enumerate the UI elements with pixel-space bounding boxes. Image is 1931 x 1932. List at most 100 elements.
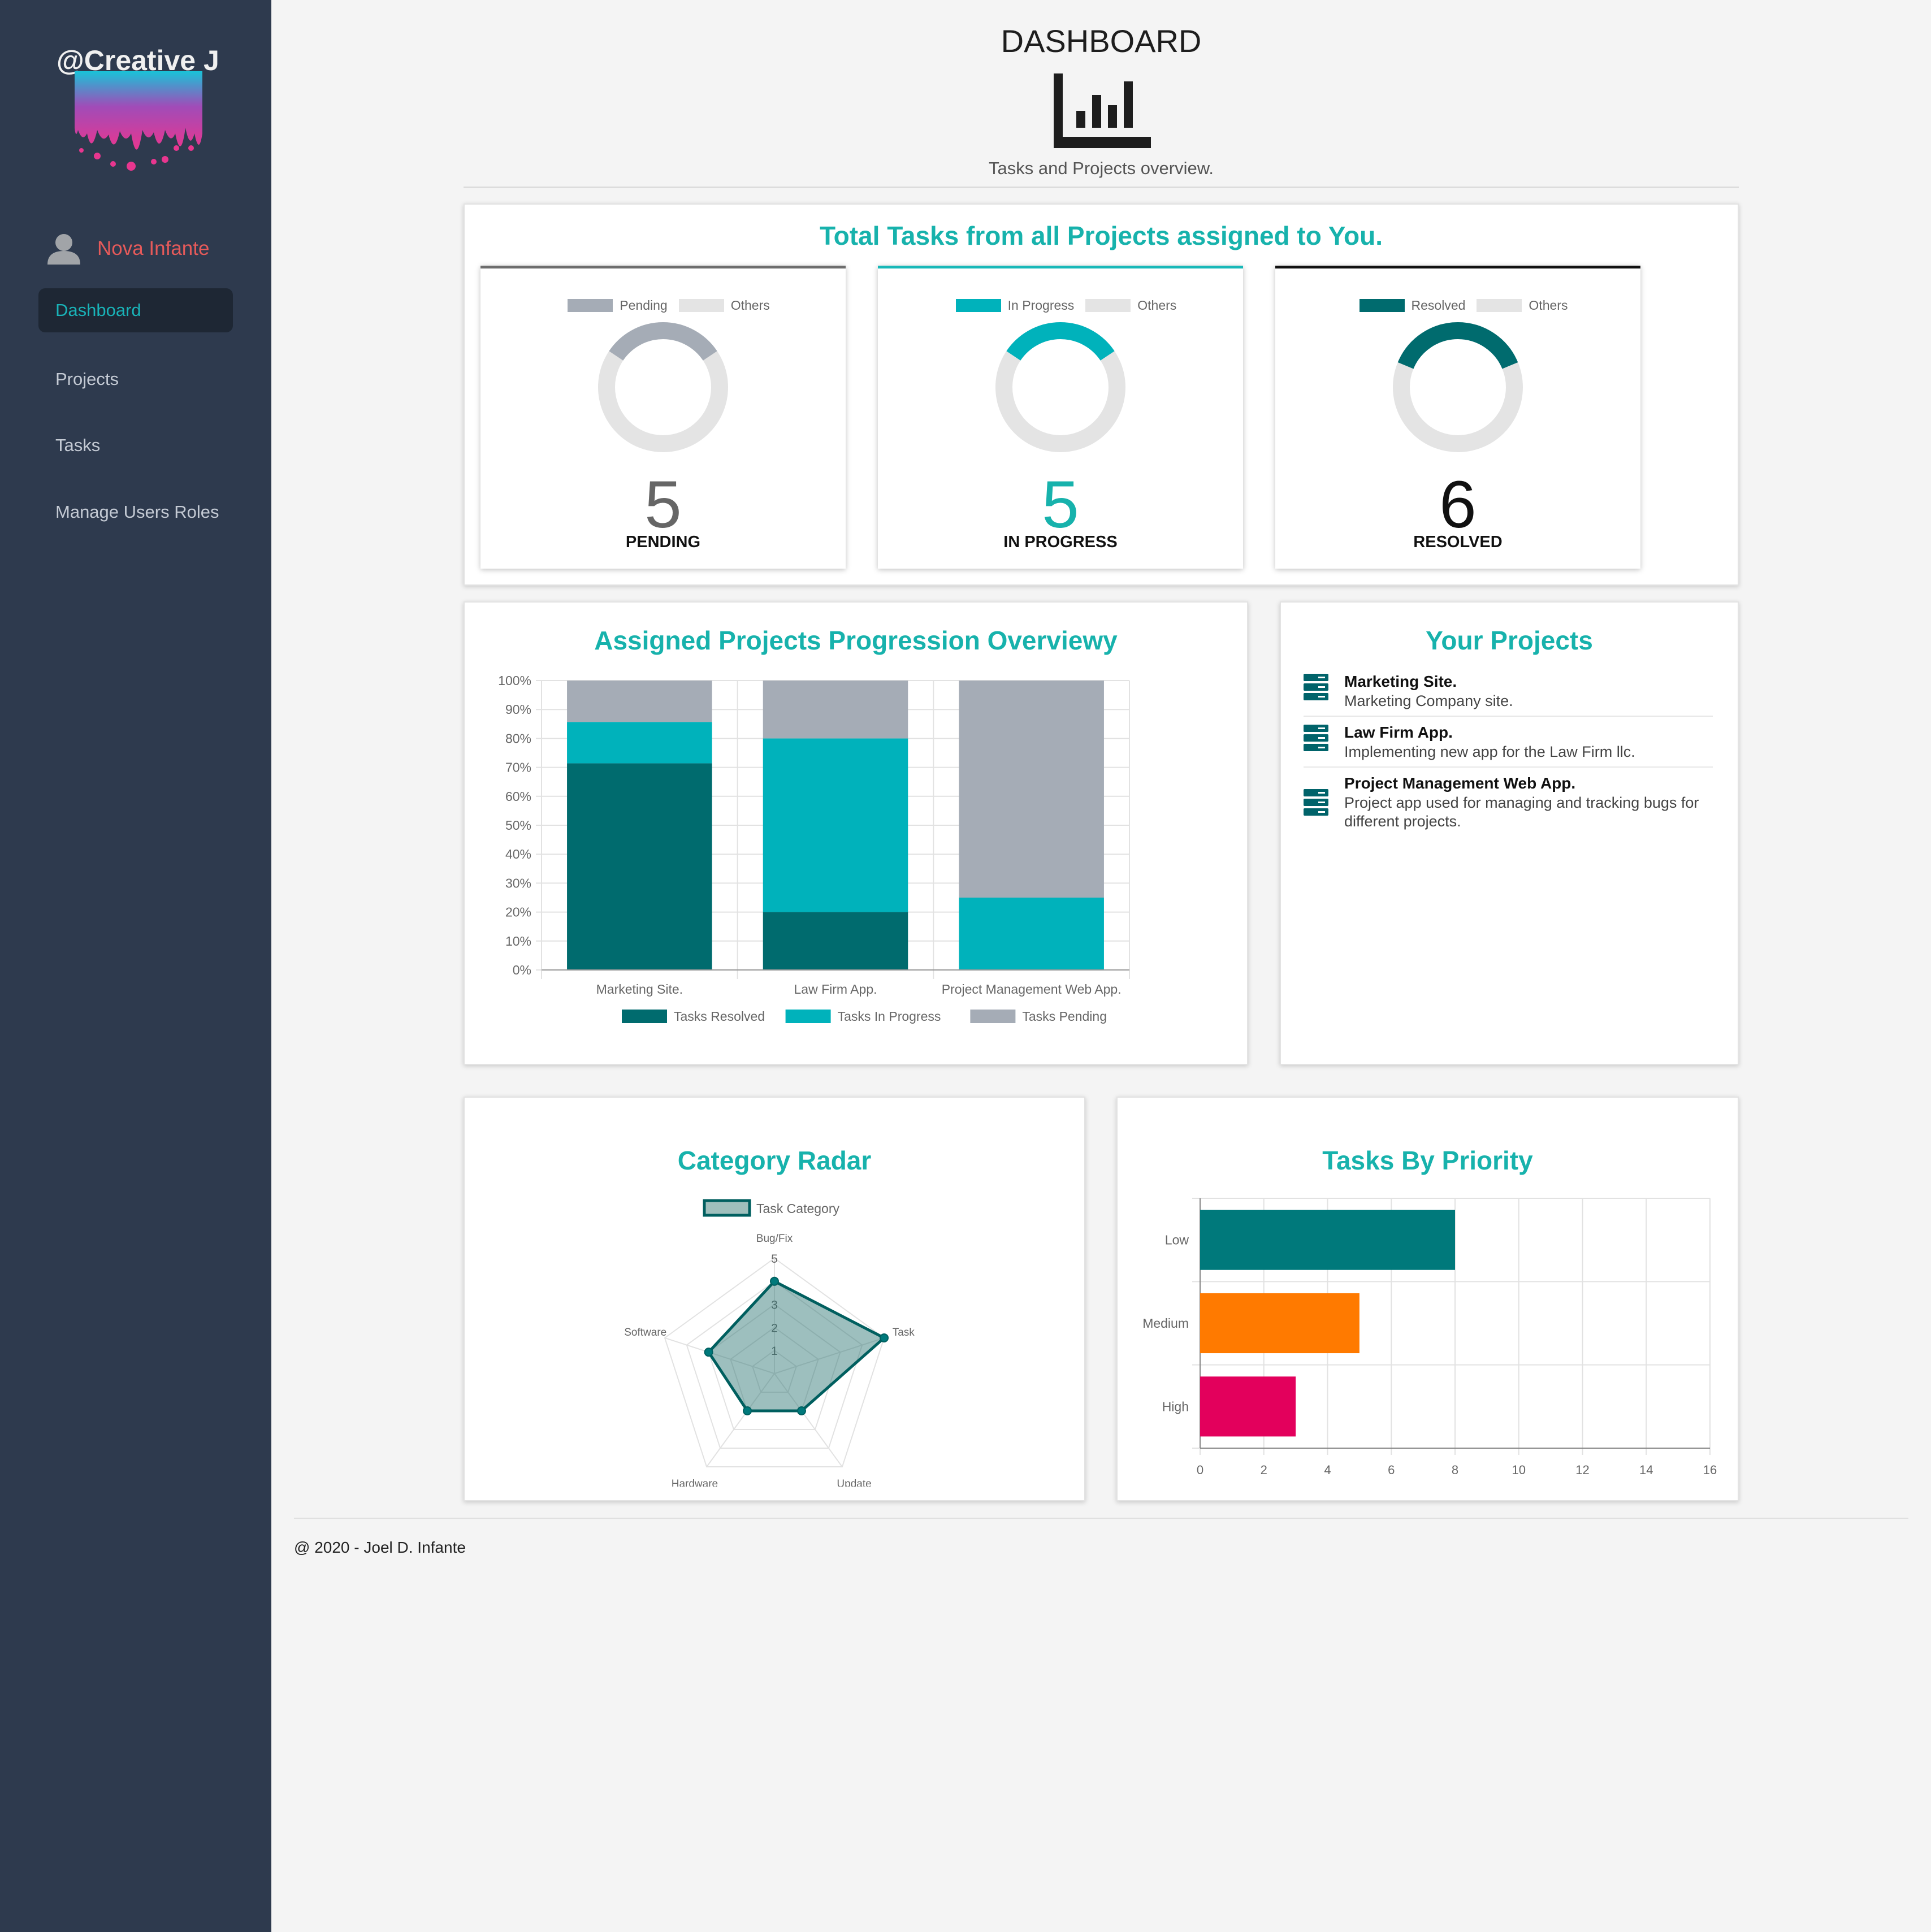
your-projects-title: Your Projects [1426,626,1593,655]
x-tick-label: 6 [1388,1463,1395,1477]
radar-axis-label: Bug/Fix [756,1233,793,1245]
radar-point [796,1406,806,1416]
legend-label-others: Others [730,298,770,313]
bar-chart-icon [1054,73,1151,148]
legend-label: Tasks In Progress [838,1009,941,1024]
y-tick-label: 60% [505,789,531,804]
legend-swatch [970,1010,1016,1023]
project-name: Law Firm App. [1344,724,1453,741]
x-tick-label: 2 [1261,1463,1267,1477]
pending-label: PENDING [625,533,701,551]
resolved-count: 6 [1439,467,1477,542]
bar-segment [567,763,712,970]
radar-axis-label: Hardware [672,1478,718,1487]
x-tick-label: Marketing Site. [596,982,683,997]
project-name: Marketing Site. [1344,673,1457,690]
in-progress-card: In Progress Others 5 IN PROGRESS [878,266,1243,569]
legend-swatch [703,1199,751,1217]
legend-label-resolved: Resolved [1411,298,1466,313]
radar-point [743,1406,752,1416]
server-icon [1304,725,1328,751]
total-tasks-title: Total Tasks from all Projects assigned t… [819,221,1383,250]
legend-swatch [622,1010,667,1023]
legend-label-in-progress: In Progress [1007,298,1075,313]
pending-legend: Pending Others [480,298,846,313]
tasks-by-priority-bar-chart: 0 2 4 6 8 10 12 14 16 Low Medium High [1142,1198,1717,1477]
legend-swatch-pending [568,299,613,312]
priority-bar [1200,1293,1360,1354]
in-progress-label: IN PROGRESS [1003,533,1118,551]
project-item-marketing-site[interactable]: Marketing Site. Marketing Company site. [1304,673,1713,717]
y-tick-label: 50% [505,818,531,833]
server-icon [1304,674,1328,700]
y-tick-label: 40% [505,847,531,861]
y-tick-label: 90% [505,702,531,717]
y-tick-label: 20% [505,905,531,920]
in-progress-legend: In Progress Others [878,298,1243,313]
bar-segment [567,722,712,764]
project-description: Marketing Company site. [1344,692,1513,709]
tasks-by-priority-title: Tasks By Priority [1322,1146,1533,1175]
resolved-card: Resolved Others 6 RESOLVED [1275,266,1640,569]
legend-label: Tasks Resolved [674,1009,765,1024]
y-tick-label: Low [1165,1233,1189,1247]
category-radar-chart: Bug/FixTaskUpdateHardwareSoftware1235Tas… [624,1199,915,1487]
header-divider [464,187,1739,188]
legend-label-others: Others [1529,298,1568,313]
bar-segment [763,912,908,970]
user-avatar-icon [47,234,80,265]
nav-dashboard[interactable]: Dashboard [38,288,233,332]
progression-title: Assigned Projects Progression Overviewy [594,626,1118,655]
in-progress-count: 5 [1042,467,1079,542]
x-tick-label: 14 [1639,1463,1653,1477]
brand-logo [75,71,202,171]
priority-bar [1200,1210,1455,1270]
legend-swatch-others [678,299,724,312]
radar-axis-label: Task [893,1327,915,1338]
resolved-legend: Resolved Others [1275,298,1640,313]
x-tick-label: 4 [1324,1463,1331,1477]
priority-bar [1200,1376,1296,1437]
project-name: Project Management Web App. [1344,774,1576,792]
radar-point [704,1348,713,1357]
server-icon [1304,789,1328,816]
pending-card: Pending Others 5 PENDING [480,266,846,569]
project-item-law-firm-app[interactable]: Law Firm App. Implementing new app for t… [1304,724,1713,768]
resolved-donut-chart [1393,322,1523,452]
bar-segment [959,681,1104,898]
resolved-label: RESOLVED [1413,533,1503,551]
sidebar: @Creative J Nova Infante Dashboard Proje… [0,0,271,1932]
legend-swatch-resolved [1359,299,1405,312]
pending-count: 5 [644,467,682,542]
x-tick-label: 12 [1575,1463,1589,1477]
legend-label-others: Others [1137,298,1177,313]
legend-label: Task Category [756,1201,840,1216]
y-tick-label: 30% [505,876,531,890]
y-tick-label: 70% [505,760,531,775]
project-item-project-management-web-app[interactable]: Project Management Web App. Project app … [1304,774,1713,835]
donut-value-segment [609,322,717,361]
legend-swatch-others [1477,299,1522,312]
pending-donut-chart [598,322,728,452]
radar-series-area [707,1279,887,1413]
progression-stacked-bar-chart: 0% 10% 20% 30% 40% 50% 60% 70% 80% 90% 100% Marketi… [498,673,1130,1024]
y-tick-label: High [1162,1399,1189,1414]
in-progress-donut-chart [995,322,1125,452]
bar-segment [959,898,1104,970]
page-subtitle: Tasks and Projects overview. [988,158,1214,178]
x-tick-label: 8 [1452,1463,1458,1477]
y-tick-label: 80% [505,731,531,746]
legend-label-pending: Pending [620,298,668,313]
user-profile[interactable]: Nova Infante [47,233,209,265]
nav-projects[interactable]: Projects [38,357,233,401]
user-name: Nova Infante [97,237,210,259]
legend-swatch [785,1010,831,1023]
x-tick-label: 0 [1197,1463,1203,1477]
radar-axis-label: Update [837,1478,871,1487]
nav-manage-users-roles[interactable]: Manage Users Roles [38,490,233,534]
legend-swatch-in-progress [955,299,1001,312]
radar-point [880,1333,889,1342]
nav-tasks[interactable]: Tasks [38,423,233,467]
x-tick-label: Law Firm App. [794,982,877,997]
radar-axis-label: Software [624,1327,666,1338]
